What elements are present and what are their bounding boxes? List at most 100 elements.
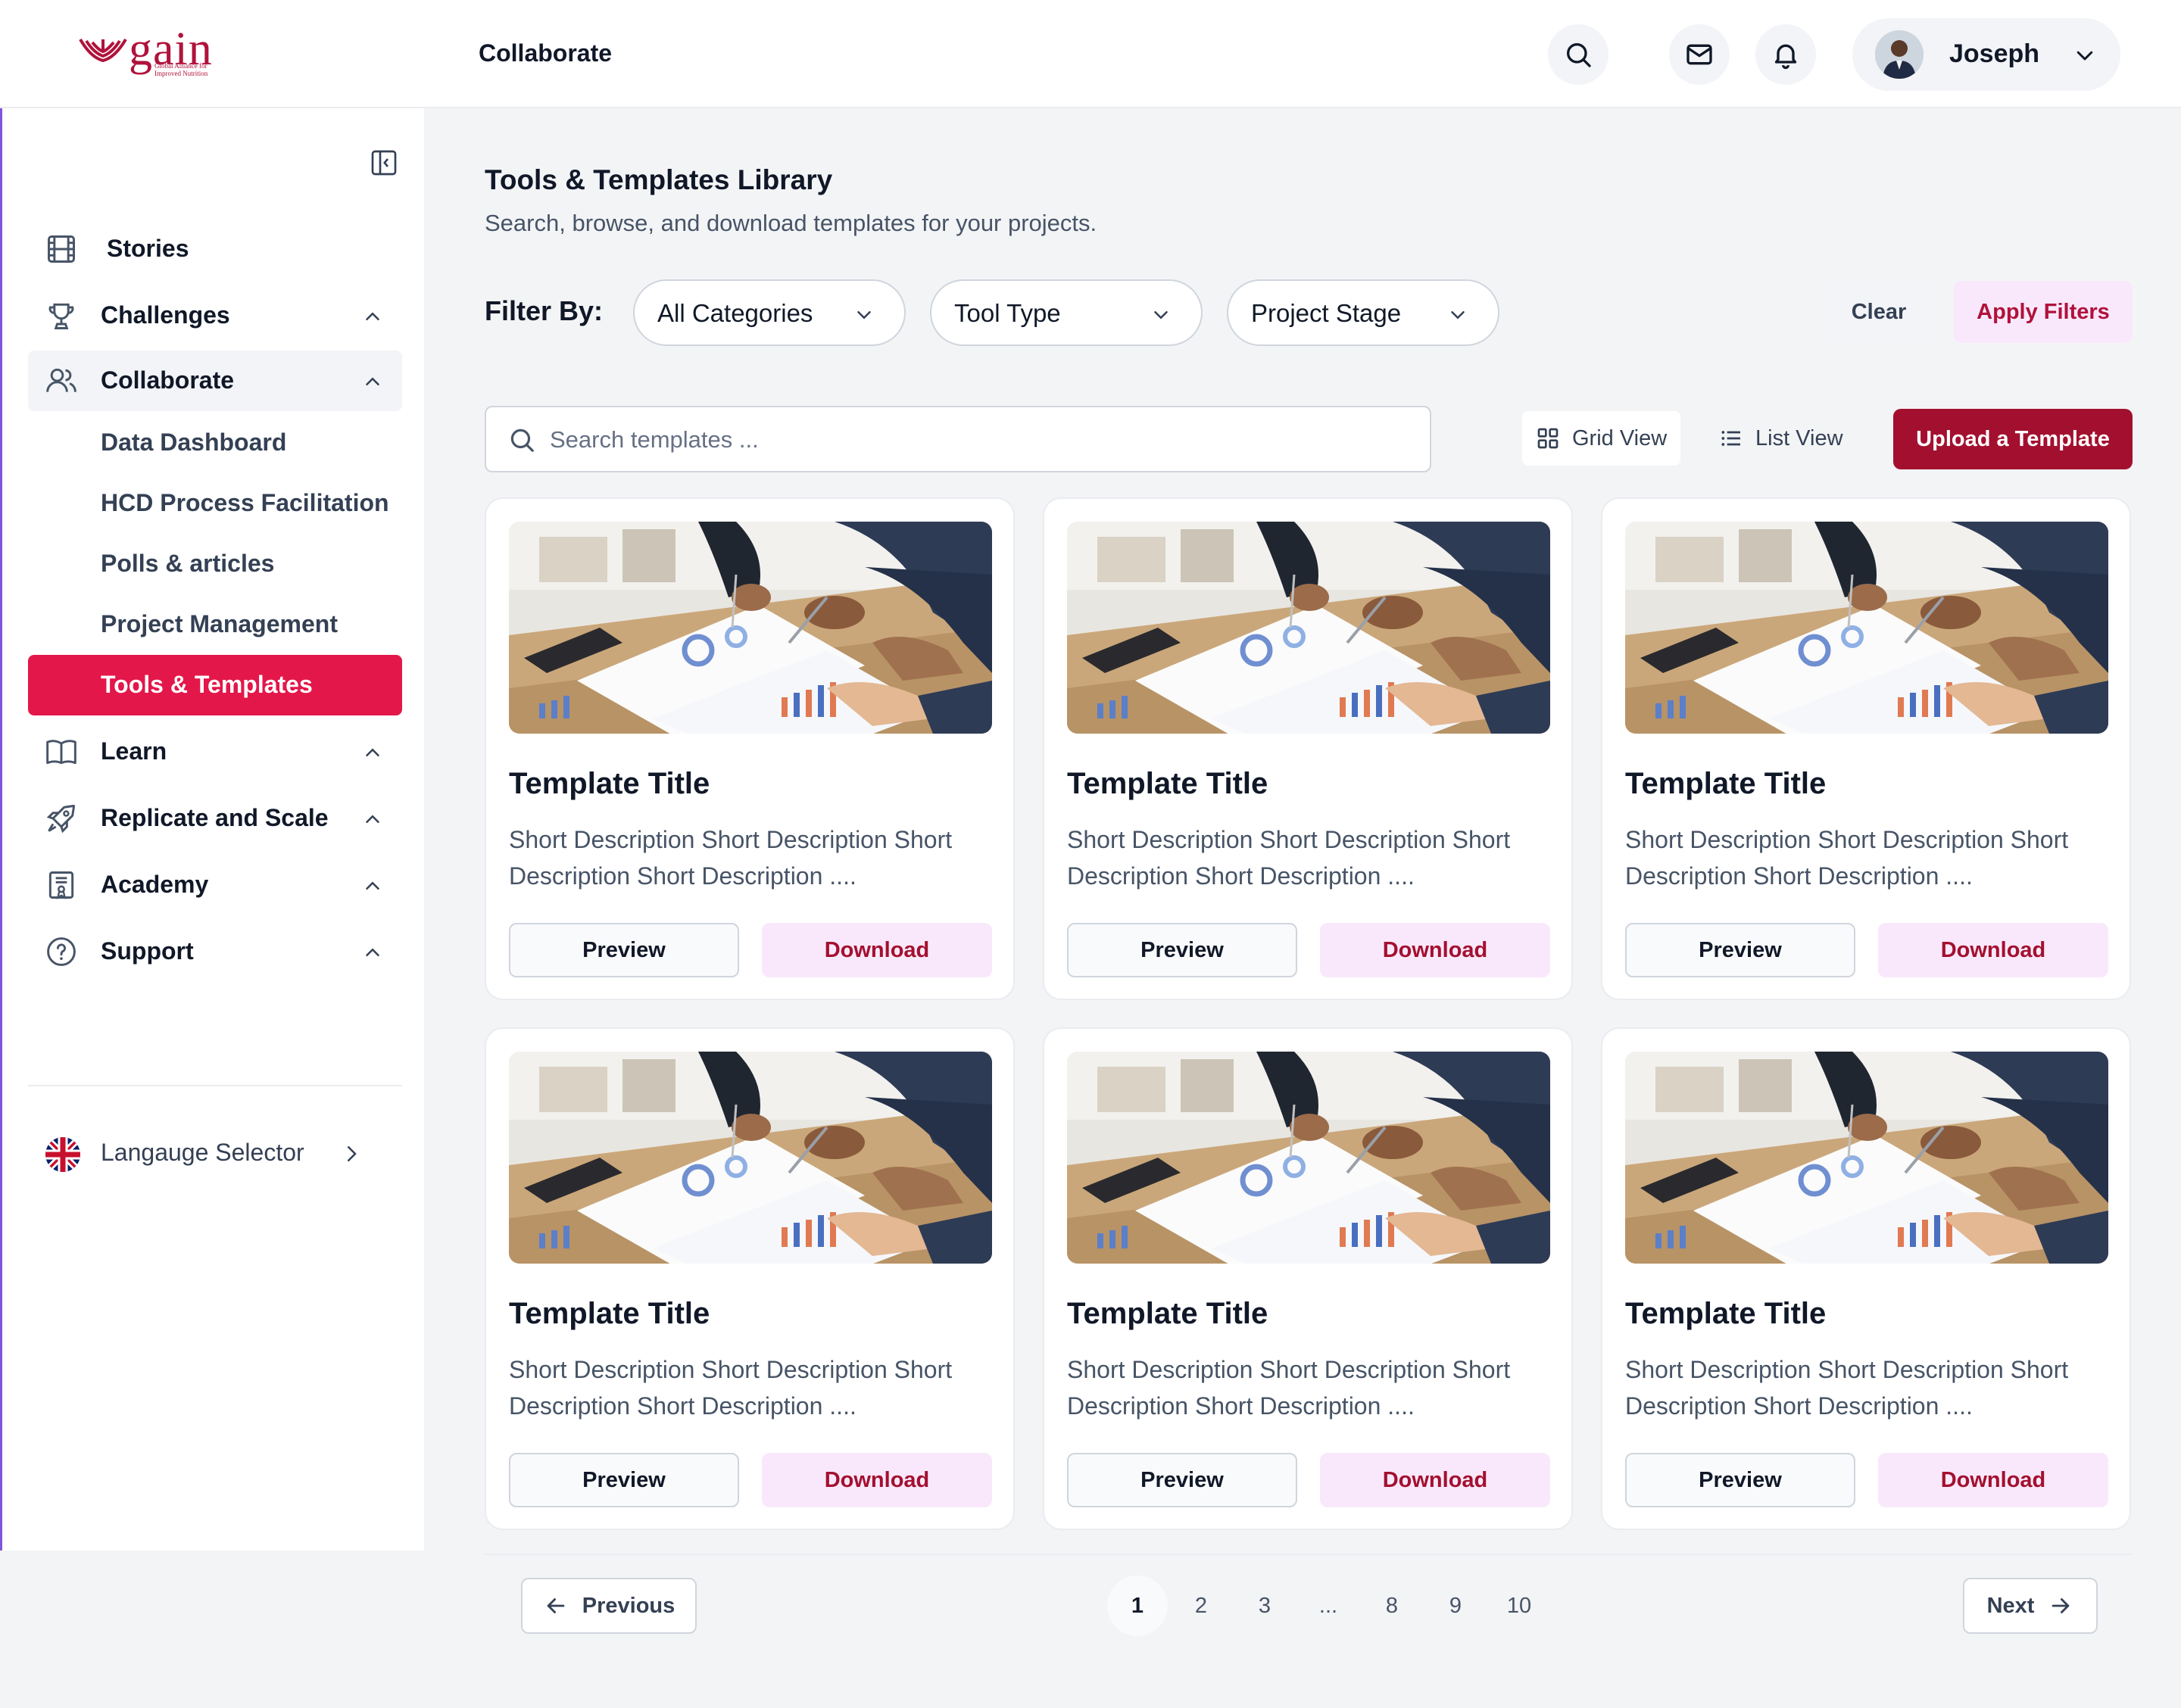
help-circle-icon xyxy=(47,937,76,966)
template-title[interactable]: Template Title xyxy=(1625,767,1826,801)
download-button[interactable]: Download xyxy=(1320,1453,1550,1507)
download-button[interactable]: Download xyxy=(762,1453,992,1507)
mail-icon xyxy=(1686,44,1712,65)
sidebar-item-learn[interactable]: Learn xyxy=(28,722,402,782)
upload-template-button[interactable]: Upload a Template xyxy=(1893,409,2133,469)
next-page-button[interactable]: Next xyxy=(1963,1578,2098,1634)
preview-button[interactable]: Preview xyxy=(509,1453,739,1507)
download-button[interactable]: Download xyxy=(762,923,992,977)
sidebar-item-academy[interactable]: Academy xyxy=(28,855,402,915)
template-card: Template Title Short Description Short De… xyxy=(1601,1027,2131,1530)
preview-button[interactable]: Preview xyxy=(509,923,739,977)
template-thumbnail[interactable] xyxy=(509,1052,992,1264)
template-description: Short Description Short Description Shor… xyxy=(1625,826,2069,890)
arrow-left-icon xyxy=(547,1598,565,1613)
notifications-button[interactable] xyxy=(1755,24,1816,85)
grid-icon xyxy=(1537,428,1559,449)
page-number[interactable]: 1 xyxy=(1107,1576,1168,1636)
sidebar-item-challenges[interactable]: Challenges xyxy=(28,285,402,346)
sidebar-subitem-label: Tools & Templates xyxy=(101,671,313,698)
template-thumbnail[interactable] xyxy=(1625,1052,2108,1264)
template-description: Short Description Short Description Shor… xyxy=(509,1356,953,1420)
search-icon xyxy=(1567,43,1591,67)
template-title[interactable]: Template Title xyxy=(1067,767,1268,801)
page-number[interactable]: 10 xyxy=(1489,1576,1549,1636)
preview-button[interactable]: Preview xyxy=(1067,1453,1297,1507)
filter-label: Filter By: xyxy=(485,295,604,326)
search-placeholder: Search templates ... xyxy=(550,426,759,453)
sidebar-item-replicate-scale[interactable]: Replicate and Scale xyxy=(28,788,402,849)
page-number[interactable]: 9 xyxy=(1425,1576,1486,1636)
sidebar-item-label: Stories xyxy=(107,235,189,262)
sidebar-subitem-hcd-process[interactable]: HCD Process Facilitation xyxy=(28,473,402,534)
rocket-icon xyxy=(46,805,75,834)
clear-filters-button[interactable]: Clear xyxy=(1827,281,1930,343)
page-section-title: Collaborate xyxy=(479,39,613,67)
page-number[interactable]: 3 xyxy=(1234,1576,1295,1636)
user-menu[interactable]: Joseph xyxy=(1852,18,2120,91)
chevron-up-icon xyxy=(366,881,379,890)
download-button[interactable]: Download xyxy=(1878,923,2108,977)
chevron-up-icon xyxy=(366,748,379,756)
template-title[interactable]: Template Title xyxy=(509,1297,710,1331)
grid-view-label: Grid View xyxy=(1572,425,1668,450)
preview-button[interactable]: Preview xyxy=(1625,923,1855,977)
chevron-down-icon xyxy=(1451,311,1465,319)
search-button[interactable] xyxy=(1548,24,1608,85)
messages-button[interactable] xyxy=(1669,24,1730,85)
download-button[interactable]: Download xyxy=(1320,923,1550,977)
sidebar-item-label: Collaborate xyxy=(101,366,235,394)
template-description: Short Description Short Description Shor… xyxy=(1625,1356,2069,1420)
chevron-right-icon xyxy=(348,1146,357,1161)
sidebar-subitem-project-management[interactable]: Project Management xyxy=(28,594,402,655)
sidebar-item-collaborate[interactable]: Collaborate xyxy=(28,351,402,411)
sidebar-collapse-icon xyxy=(371,150,397,176)
template-thumbnail[interactable] xyxy=(1625,522,2108,734)
download-button[interactable]: Download xyxy=(1878,1453,2108,1507)
sidebar-subitem-label: Data Dashboard xyxy=(101,429,287,456)
sidebar-item-support[interactable]: Support xyxy=(28,921,402,982)
sidebar-subitem-label: Project Management xyxy=(101,610,338,637)
logo-subtext: Global Alliance for Improved Nutrition xyxy=(154,62,208,77)
template-title[interactable]: Template Title xyxy=(509,767,710,801)
list-view-button[interactable]: List View xyxy=(1705,411,1857,466)
top-header: gain Global Alliance for Improved Nutrit… xyxy=(0,0,2181,108)
pagination-divider xyxy=(485,1554,2133,1555)
search-templates-input[interactable]: Search templates ... xyxy=(485,406,1431,472)
main-content: Tools & Templates Library Search, browse… xyxy=(424,108,2181,1708)
language-selector[interactable]: Langauge Selector xyxy=(28,1123,402,1183)
template-card: Template Title Short Description Short De… xyxy=(1043,497,1573,1000)
template-card: Template Title Short Description Short De… xyxy=(485,1027,1015,1530)
page-number[interactable]: 2 xyxy=(1171,1576,1231,1636)
film-icon xyxy=(48,235,75,263)
template-title[interactable]: Template Title xyxy=(1625,1297,1826,1331)
page-number[interactable]: 8 xyxy=(1362,1576,1422,1636)
avatar xyxy=(1875,30,1924,79)
tool-type-filter-dropdown[interactable]: Tool Type xyxy=(930,279,1203,346)
template-thumbnail[interactable] xyxy=(1067,1052,1550,1264)
sidebar-item-label: Challenges xyxy=(101,301,230,329)
preview-button[interactable]: Preview xyxy=(1067,923,1297,977)
sidebar-subitem-data-dashboard[interactable]: Data Dashboard xyxy=(28,413,402,473)
collapse-sidebar-button[interactable] xyxy=(369,148,399,182)
sidebar-subitem-label: HCD Process Facilitation xyxy=(101,489,389,516)
template-thumbnail[interactable] xyxy=(1067,522,1550,734)
preview-button[interactable]: Preview xyxy=(1625,1453,1855,1507)
template-thumbnail[interactable] xyxy=(509,522,992,734)
apply-filters-button[interactable]: Apply Filters xyxy=(1954,281,2133,343)
sidebar-item-stories[interactable]: Stories xyxy=(28,219,402,279)
gain-logo[interactable]: gain Global Alliance for Improved Nutrit… xyxy=(76,23,220,82)
project-stage-filter-dropdown[interactable]: Project Stage xyxy=(1227,279,1499,346)
template-description: Short Description Short Description Shor… xyxy=(1067,826,1511,890)
dropdown-value: All Categories xyxy=(657,299,813,327)
trophy-icon xyxy=(48,303,74,329)
previous-page-button[interactable]: Previous xyxy=(521,1578,697,1634)
template-title[interactable]: Template Title xyxy=(1067,1297,1268,1331)
sidebar-subitem-tools-templates[interactable]: Tools & Templates xyxy=(28,655,402,715)
grid-view-button[interactable]: Grid View xyxy=(1522,411,1681,466)
sidebar-item-label: Academy xyxy=(101,871,209,898)
category-filter-dropdown[interactable]: All Categories xyxy=(633,279,906,346)
sidebar-subitem-polls-articles[interactable]: Polls & articles xyxy=(28,534,402,594)
template-card: Template Title Short Description Short De… xyxy=(485,497,1015,1000)
list-view-label: List View xyxy=(1755,425,1843,450)
